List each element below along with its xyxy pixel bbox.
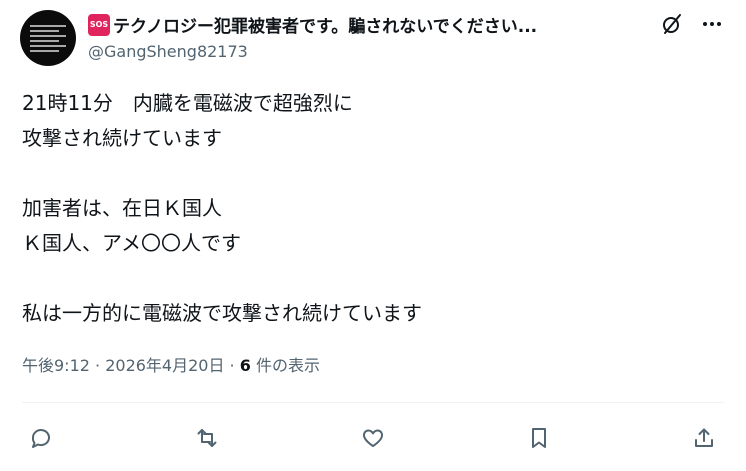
reply-button[interactable] <box>27 424 55 452</box>
more-icon[interactable] <box>700 12 724 36</box>
bookmark-button[interactable] <box>525 424 553 452</box>
author-name-row[interactable]: SOS テクノロジー犯罪被害者です。騙されないでください... <box>88 12 663 37</box>
divider <box>22 402 724 403</box>
view-count: 6 <box>239 356 251 375</box>
tweet-time[interactable]: 午後9:12 <box>22 356 90 375</box>
author-handle[interactable]: @GangSheng82173 <box>88 42 248 61</box>
action-bar <box>0 424 746 452</box>
tweet-meta: 午後9:12 · 2026年4月20日 · 6 件の表示 <box>22 352 320 376</box>
tweet-date[interactable]: 2026年4月20日 <box>105 356 224 375</box>
bookmark-icon <box>532 428 546 448</box>
meta-separator: · <box>224 356 240 375</box>
sos-badge: SOS <box>88 13 110 36</box>
grok-icon[interactable] <box>660 12 684 36</box>
view-label: 件の表示 <box>250 356 320 375</box>
avatar-image <box>30 22 66 55</box>
retweet-icon <box>197 429 217 447</box>
meta-separator: · <box>89 356 106 375</box>
like-icon <box>363 429 383 447</box>
tweet-text: 21時11分 内臓を電磁波で超強烈に 攻撃され続けています 加害者は、在日Ｋ国人… <box>22 91 422 325</box>
like-button[interactable] <box>359 424 387 452</box>
reply-icon <box>31 429 50 448</box>
share-icon <box>695 428 713 447</box>
retweet-button[interactable] <box>193 424 221 452</box>
share-button[interactable] <box>690 424 718 452</box>
display-name[interactable]: テクノロジー犯罪被害者です。騙されないでください... <box>113 12 537 37</box>
avatar[interactable] <box>20 10 76 66</box>
